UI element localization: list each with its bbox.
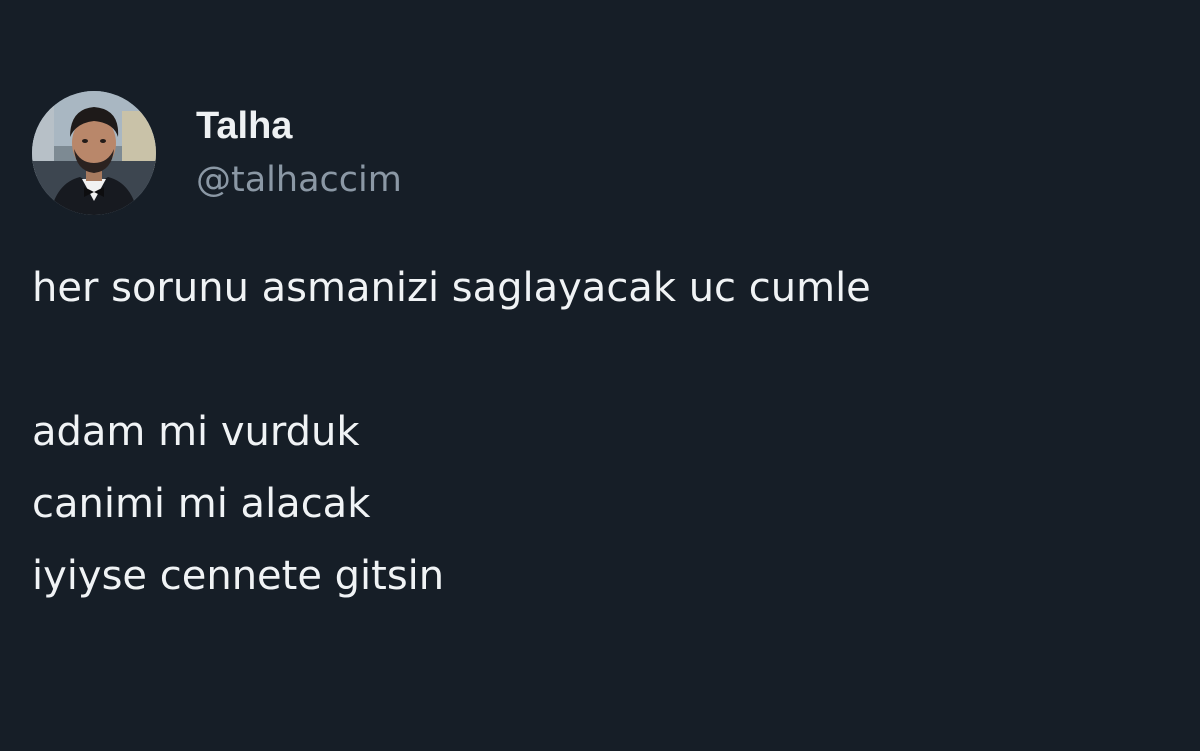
tweet-line: canimi mi alacak: [32, 481, 371, 527]
tweet-card: Talha @talhaccim her sorunu asmanizi sag…: [0, 0, 1200, 751]
profile-photo-icon: [32, 91, 156, 215]
author-display-name[interactable]: Talha: [196, 103, 402, 149]
avatar[interactable]: [32, 91, 156, 215]
tweet-line: adam mi vurduk: [32, 409, 360, 455]
tweet-line: her sorunu asmanizi saglayacak uc cumle: [32, 265, 871, 311]
tweet-line: iyiyse cennete gitsin: [32, 553, 445, 599]
tweet-text: her sorunu asmanizi saglayacak uc cumle …: [32, 252, 1182, 612]
tweet-header: Talha @talhaccim: [32, 91, 402, 215]
author-names: Talha @talhaccim: [196, 103, 402, 203]
author-handle[interactable]: @talhaccim: [196, 157, 402, 203]
